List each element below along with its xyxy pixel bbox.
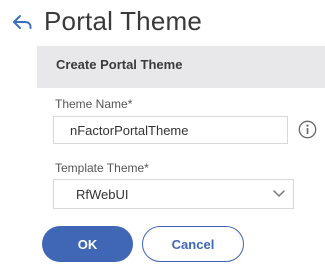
info-icon[interactable]	[298, 120, 317, 139]
template-theme-select[interactable]: RfWebUI	[53, 179, 294, 209]
page-title: Portal Theme	[44, 6, 202, 36]
chevron-down-icon	[273, 190, 285, 197]
panel-title: Create Portal Theme	[56, 57, 183, 72]
back-button[interactable]	[8, 8, 36, 36]
theme-name-input[interactable]	[53, 116, 288, 144]
back-arrow-icon	[13, 15, 32, 29]
cancel-button[interactable]: Cancel	[142, 226, 244, 262]
panel-header: Create Portal Theme	[37, 46, 325, 88]
template-theme-label: Template Theme*	[55, 161, 149, 175]
template-theme-selected-value: RfWebUI	[76, 187, 129, 202]
theme-name-label: Theme Name*	[55, 97, 133, 111]
ok-button[interactable]: OK	[42, 226, 133, 262]
create-portal-theme-panel: Create Portal Theme Theme Name* Template…	[37, 46, 325, 270]
page-header: Portal Theme	[0, 0, 325, 44]
